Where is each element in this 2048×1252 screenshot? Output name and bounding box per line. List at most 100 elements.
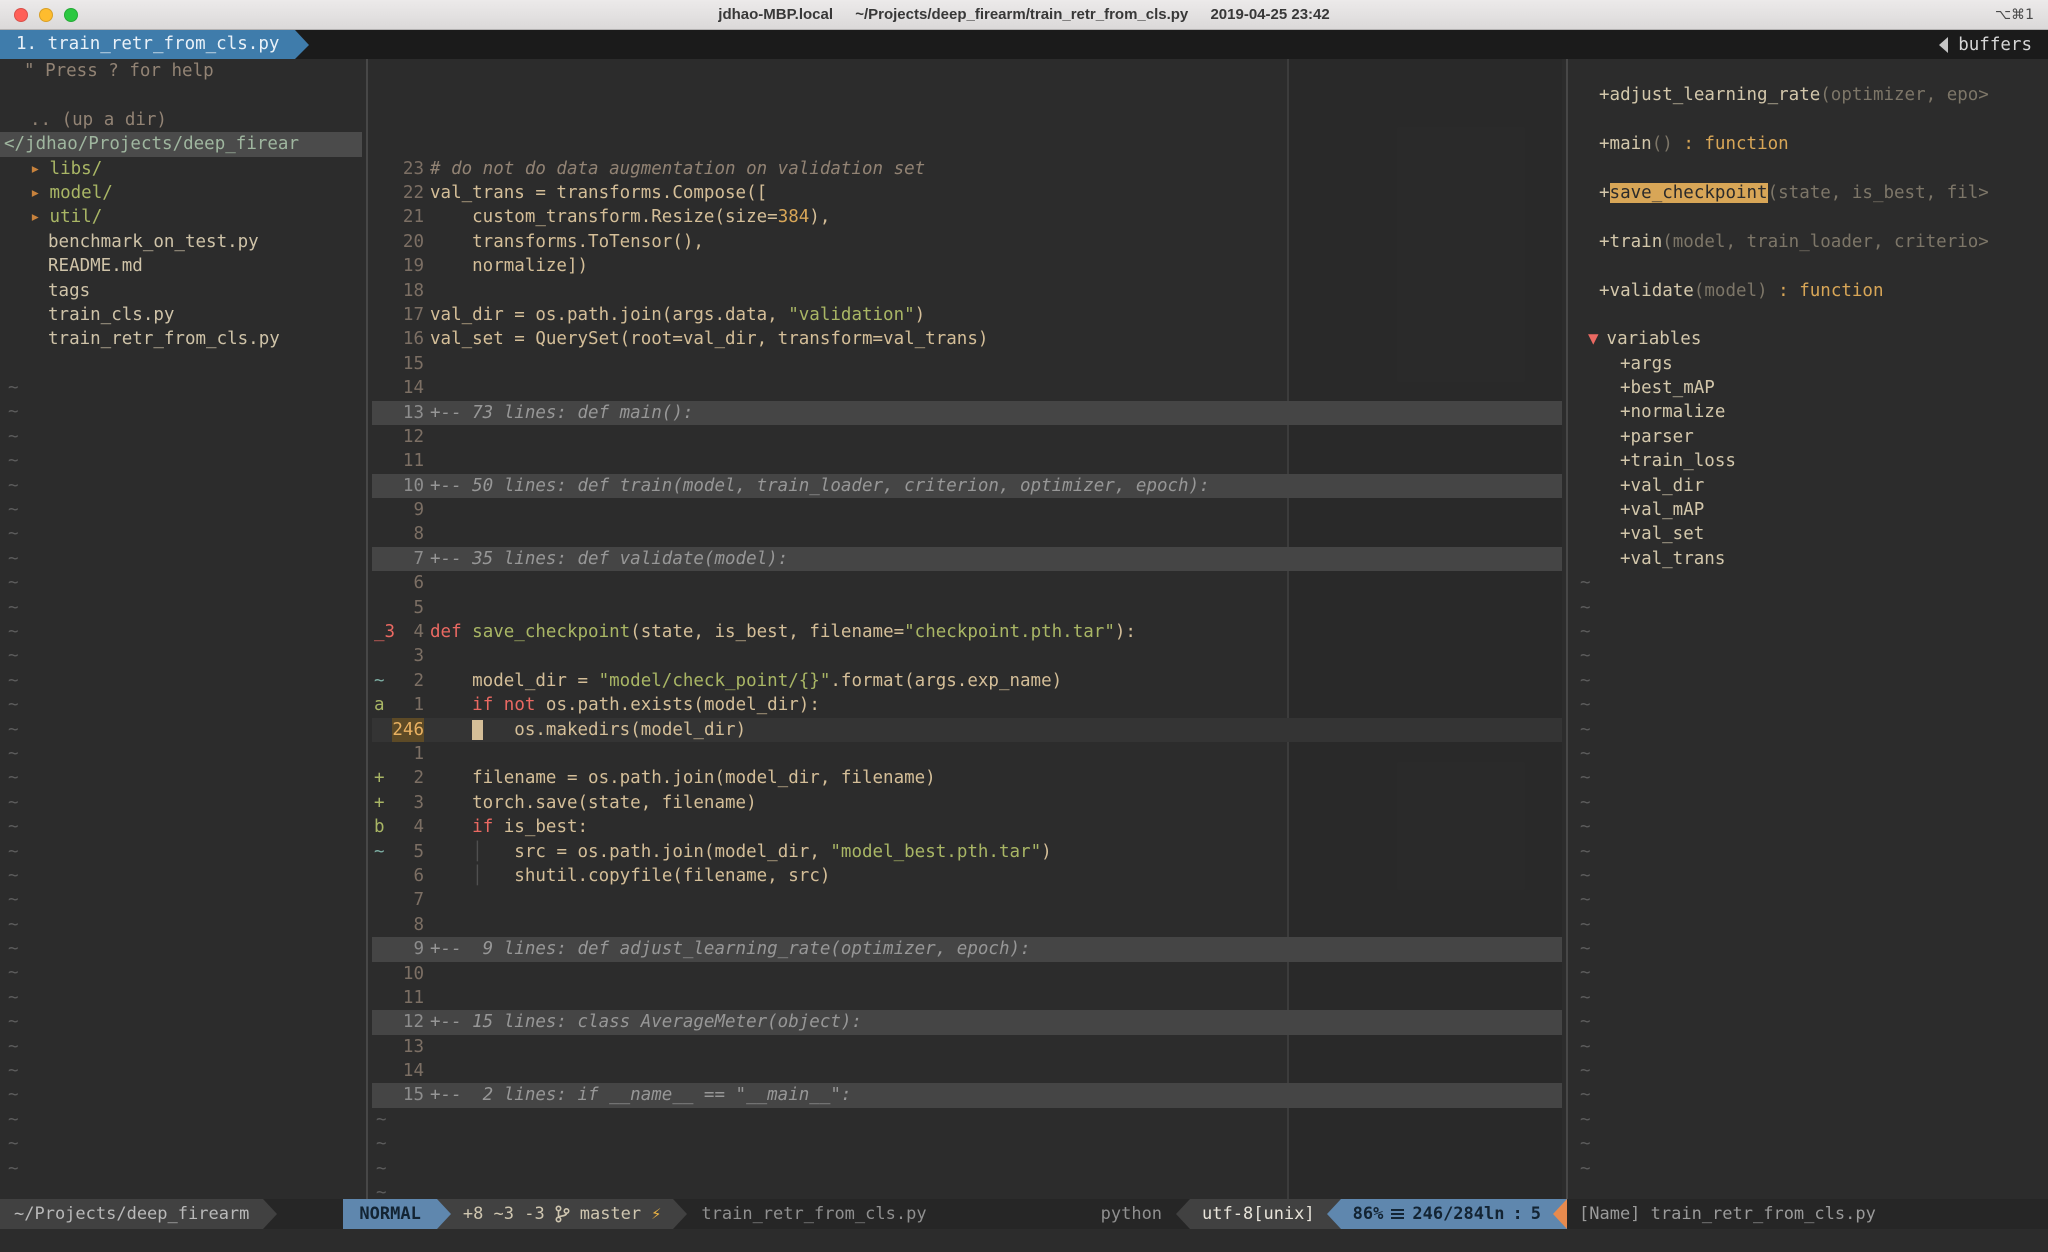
folded-section[interactable]: 13+-- 73 lines: def main(): [372,401,1562,425]
code-line[interactable]: 21 custom_transform.Resize(size=384), [372,205,1562,229]
tag-variable-train_loss[interactable]: +train_loss [1572,449,2048,473]
tree-item-train-cls-py[interactable]: train_cls.py [0,303,362,327]
tag-variable-val_set[interactable]: +val_set [1572,522,2048,546]
code-line[interactable]: 10 [372,962,1562,986]
code-line[interactable]: _34def save_checkpoint(state, is_best, f… [372,620,1562,644]
sign-column-cell [372,181,392,205]
code-line[interactable]: 13 [372,1035,1562,1059]
code-line[interactable]: 9 [372,498,1562,522]
tag-variable-best_mAP[interactable]: +best_mAP [1572,376,2048,400]
tree-item-libs[interactable]: ▸libs/ [0,157,362,181]
code-line[interactable]: 12 [372,425,1562,449]
code-line[interactable]: a1 if not os.path.exists(model_dir): [372,693,1562,717]
code-line[interactable]: 19 normalize]) [372,254,1562,278]
tag-function-train[interactable]: +train(model, train_loader, criterio> [1572,230,2048,254]
code-line[interactable]: 6 │ shutil.copyfile(filename, src) [372,864,1562,888]
zoom-window-button[interactable] [64,8,78,22]
code-line[interactable]: 18 [372,279,1562,303]
cursor [472,720,483,740]
code-line[interactable]: 1 [372,742,1562,766]
tagbar-kind-header-variables[interactable]: ▼variables [1572,327,2048,351]
window-separator[interactable] [1562,59,1572,1199]
close-window-button[interactable] [14,8,28,22]
empty-line-tilde: ~ [0,522,362,546]
empty-line-tilde: ~ [1572,1157,2048,1181]
line-text [424,913,430,937]
empty-line-tilde: ~ [1572,1108,2048,1132]
line-number: 11 [392,986,424,1010]
code-line[interactable]: 17val_dir = os.path.join(args.data, "val… [372,303,1562,327]
tree-item-benchmark-on-test-py[interactable]: benchmark_on_test.py [0,230,362,254]
tag-function-save_checkpoint[interactable]: +save_checkpoint(state, is_best, fil> [1572,181,2048,205]
tree-item-label: train_retr_from_cls.py [48,329,280,349]
code-line[interactable]: b4 if is_best: [372,815,1562,839]
folded-section[interactable]: 10+-- 50 lines: def train(model, train_l… [372,474,1562,498]
code-line[interactable]: 22val_trans = transforms.Compose([ [372,181,1562,205]
code-line[interactable]: 11 [372,986,1562,1010]
tag-function-validate[interactable]: +validate(model) : function [1572,279,2048,303]
code-line[interactable]: 8 [372,522,1562,546]
code-line[interactable]: 246 os.makedirs(model_dir) [372,718,1562,742]
tag-variable-parser[interactable]: +parser [1572,425,2048,449]
code-line[interactable]: 3 [372,644,1562,668]
code-line[interactable]: 14 [372,376,1562,400]
sign-column-cell [372,474,392,498]
tag-name: +train_loss [1620,451,1736,471]
tag-variable-args[interactable]: +args [1572,352,2048,376]
empty-line-tilde: ~ [0,547,362,571]
tab-train-retr-from-cls[interactable]: 1. train_retr_from_cls.py [0,30,295,59]
tag-variable-val_trans[interactable]: +val_trans [1572,547,2048,571]
code-line[interactable]: 8 [372,913,1562,937]
tag-name: +val_dir [1620,476,1704,496]
tree-item-label: benchmark_on_test.py [48,232,259,252]
code-line[interactable]: ~2 model_dir = "model/check_point/{}".fo… [372,669,1562,693]
tag-variable-val_dir[interactable]: +val_dir [1572,474,2048,498]
code-line[interactable]: 6 [372,571,1562,595]
line-number: 3 [392,791,424,815]
tag-name: train [1610,232,1663,252]
vim-command-line[interactable] [0,1229,2048,1252]
code-line[interactable]: 15 [372,352,1562,376]
empty-line-tilde: ~ [1572,937,2048,961]
line-text [424,376,430,400]
folded-section[interactable]: 15+-- 2 lines: if __name__ == "__main__"… [372,1083,1562,1107]
tag-function-main[interactable]: +main() : function [1572,132,2048,156]
window-shortcut-badge: ⌥⌘1 [1995,7,2034,23]
tree-item-util[interactable]: ▸util/ [0,205,362,229]
tree-item-model[interactable]: ▸model/ [0,181,362,205]
code-line[interactable]: 14 [372,1059,1562,1083]
code-line[interactable]: +2 filename = os.path.join(model_dir, fi… [372,766,1562,790]
code-line[interactable]: 23# do not do data augmentation on valid… [372,157,1562,181]
code-line[interactable]: 20 transforms.ToTensor(), [372,230,1562,254]
tree-item-readme-md[interactable]: README.md [0,254,362,278]
line-text: +-- 73 lines: def main(): [424,401,693,425]
empty-line-tilde: ~ [0,766,362,790]
tree-item-up-a-dir[interactable]: .. (up a dir) [0,108,362,132]
tree-item-press-for-help[interactable]: " Press ? for help [0,59,362,83]
buffers-label[interactable]: buffers [1958,35,2032,55]
line-number: 16 [392,327,424,351]
line-number: 1 [392,742,424,766]
folded-section[interactable]: 9+-- 9 lines: def adjust_learning_rate(o… [372,937,1562,961]
code-line[interactable]: 5 [372,596,1562,620]
tree-item-jdhao-projects-deep-firear[interactable]: </jdhao/Projects/deep_firear [0,132,362,156]
code-line[interactable]: 16val_set = QuerySet(root=val_dir, trans… [372,327,1562,351]
tree-item-train-retr-from-cls-py[interactable]: train_retr_from_cls.py [0,327,362,351]
tree-item-tags[interactable]: tags [0,279,362,303]
line-text [424,962,430,986]
folded-section[interactable]: 12+-- 15 lines: class AverageMeter(objec… [372,1010,1562,1034]
tag-variable-val_mAP[interactable]: +val_mAP [1572,498,2048,522]
git-hunks: +8 ~3 -3 [463,1199,545,1229]
window-separator[interactable] [362,59,372,1199]
tag-function-adjust_learning_rate[interactable]: +adjust_learning_rate(optimizer, epo> [1572,83,2048,107]
code-line[interactable]: 11 [372,449,1562,473]
folded-section[interactable]: 7+-- 35 lines: def validate(model): [372,547,1562,571]
code-line[interactable]: ~5 │ src = os.path.join(model_dir, "mode… [372,840,1562,864]
empty-line-tilde: ~ [0,1010,362,1034]
line-text: model_dir = "model/check_point/{}".forma… [424,669,1062,693]
tag-variable-normalize[interactable]: +normalize [1572,400,2048,424]
minimize-window-button[interactable] [39,8,53,22]
line-number: 4 [392,815,424,839]
code-line[interactable]: +3 torch.save(state, filename) [372,791,1562,815]
code-line[interactable]: 7 [372,888,1562,912]
